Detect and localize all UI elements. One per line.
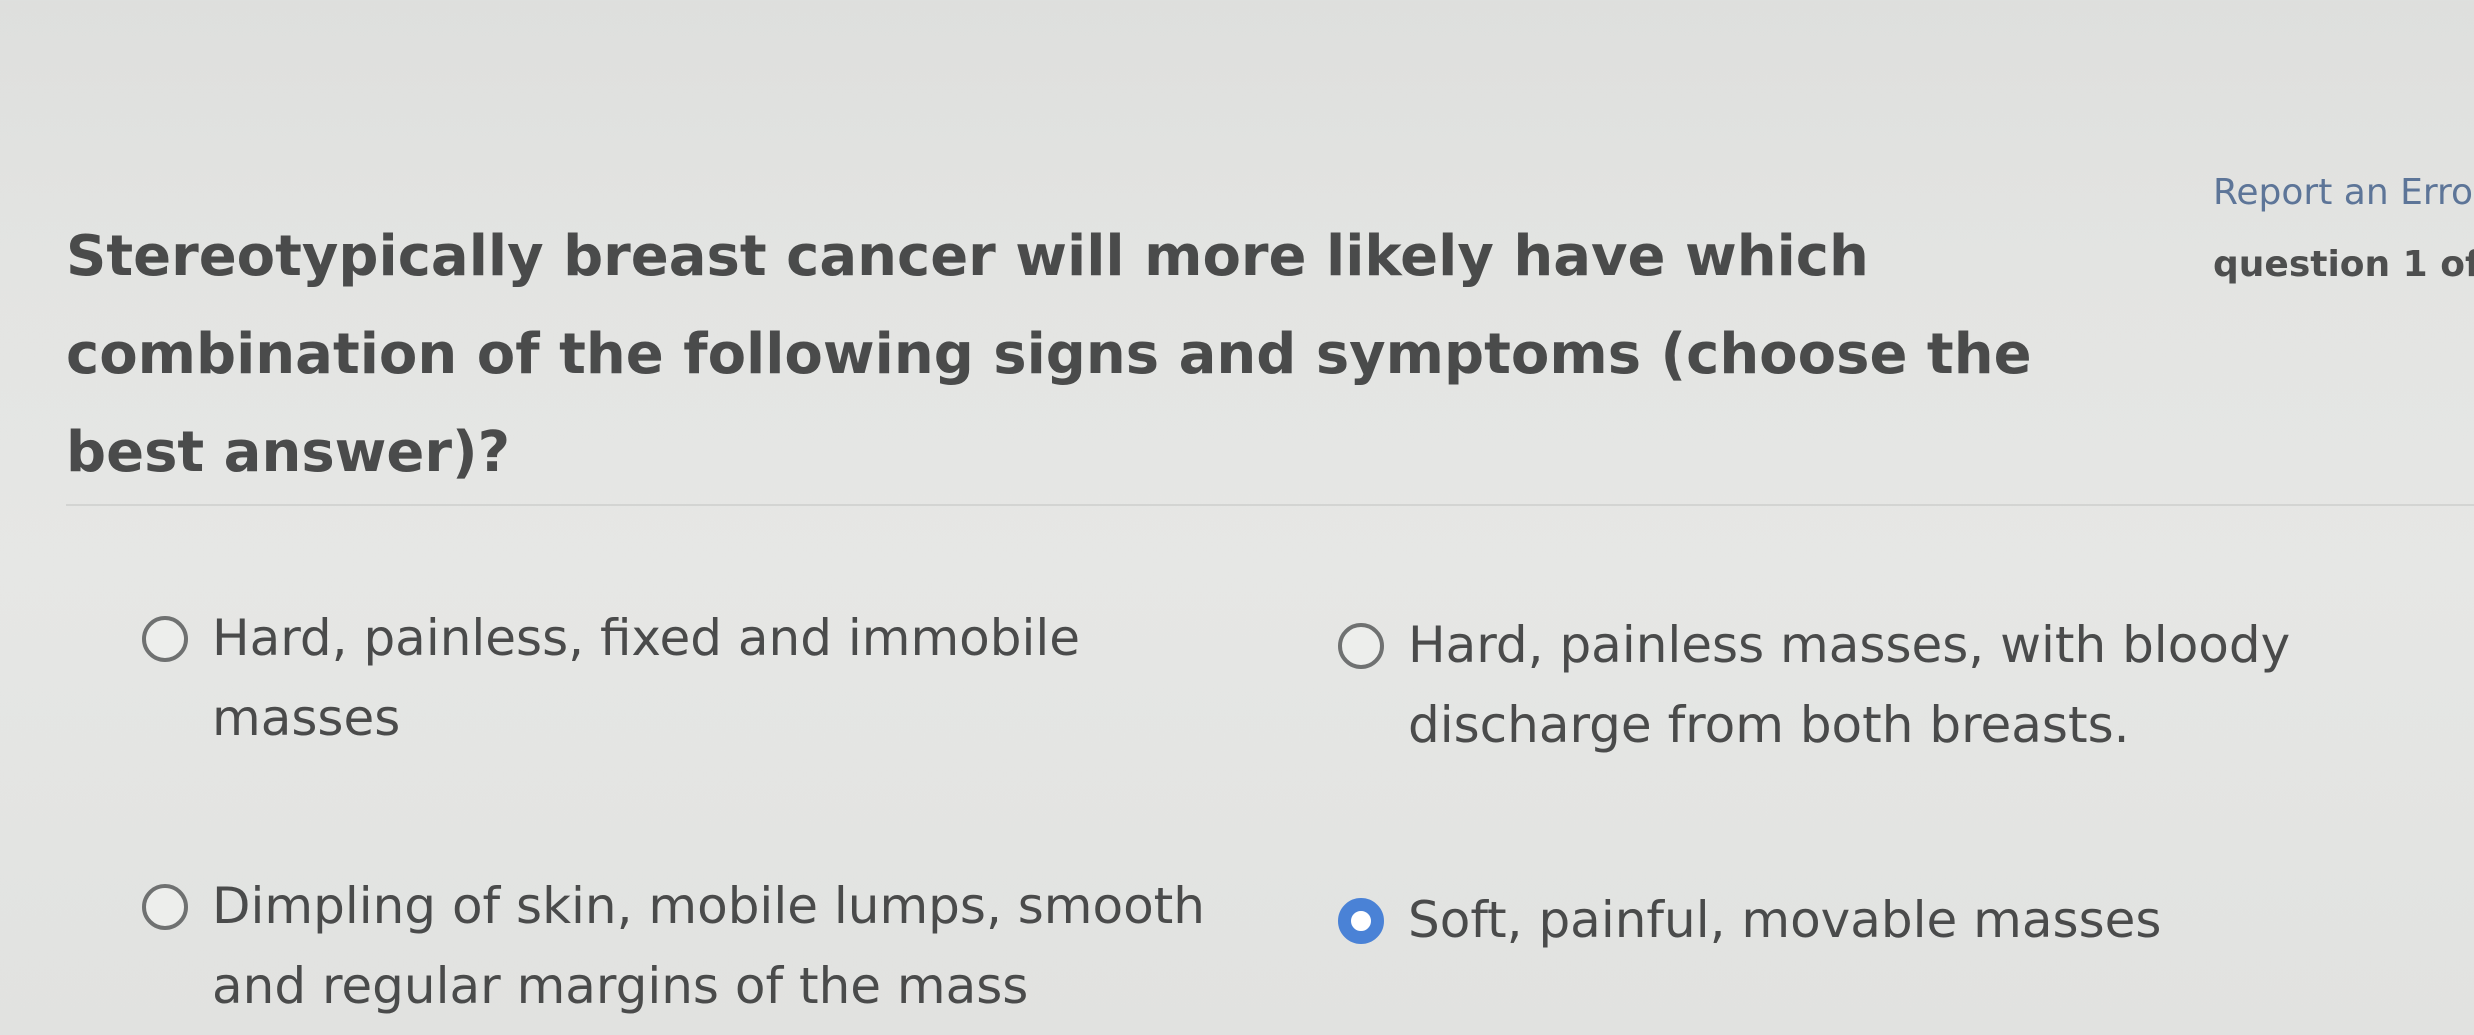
question-counter: question 1 of — [2213, 244, 2474, 285]
radio-button-icon[interactable] — [142, 616, 188, 662]
divider — [66, 504, 2474, 506]
answer-option-2[interactable]: Hard, painless masses, with bloody disch… — [1338, 605, 2448, 765]
question-text: Stereotypically breast cancer will more … — [66, 224, 2032, 485]
answer-option-4[interactable]: Soft, painful, movable masses — [1338, 880, 2448, 960]
answer-option-label: Hard, painless, fixed and immobile masse… — [212, 609, 1081, 747]
answer-option-1[interactable]: Hard, painless, fixed and immobile masse… — [142, 598, 1142, 758]
radio-button-icon[interactable] — [1338, 623, 1384, 669]
report-error-link[interactable]: Report an Erro — [2213, 172, 2473, 213]
answer-option-label: Dimpling of skin, mobile lumps, smooth a… — [212, 877, 1205, 1015]
radio-button-selected-icon[interactable] — [1338, 898, 1384, 944]
radio-button-icon[interactable] — [142, 884, 188, 930]
answer-option-3[interactable]: Dimpling of skin, mobile lumps, smooth a… — [142, 866, 1222, 1026]
answer-option-label: Hard, painless masses, with bloody disch… — [1408, 616, 2291, 754]
answer-option-label: Soft, painful, movable masses — [1408, 891, 2162, 949]
